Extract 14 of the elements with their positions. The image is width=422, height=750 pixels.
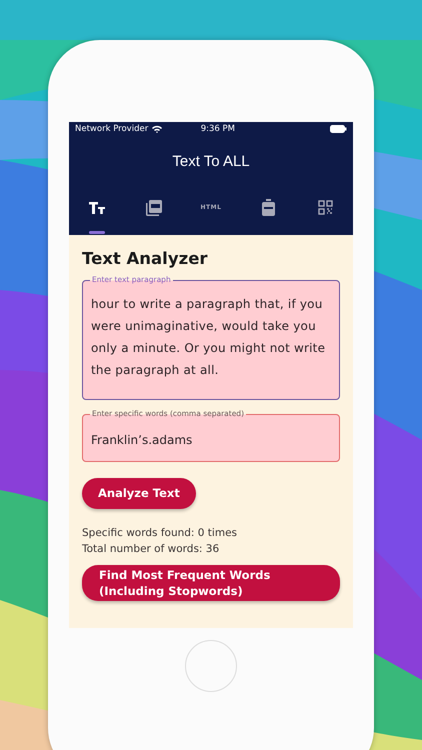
- analyze-button[interactable]: Analyze Text: [82, 478, 196, 509]
- section-heading: Text Analyzer: [82, 248, 209, 270]
- result-text: Specific words found: 0 times: [82, 526, 238, 541]
- app-title: Text To ALL: [171, 152, 251, 172]
- result-text: Total number of words: 36: [82, 542, 220, 557]
- wifi-icon: [152, 125, 162, 133]
- carrier-name: Network Provider: [75, 122, 148, 136]
- status-time: 9:36 PM: [200, 122, 235, 136]
- text-size-icon: [89, 202, 105, 214]
- battery-icon: [330, 125, 347, 133]
- backpack-icon: [262, 199, 274, 216]
- frequent-words-button[interactable]: Find Most Frequent Words (Including Stopwords): [82, 564, 340, 601]
- qr-code-icon: [318, 200, 332, 215]
- pdf-file-icon: [146, 200, 162, 216]
